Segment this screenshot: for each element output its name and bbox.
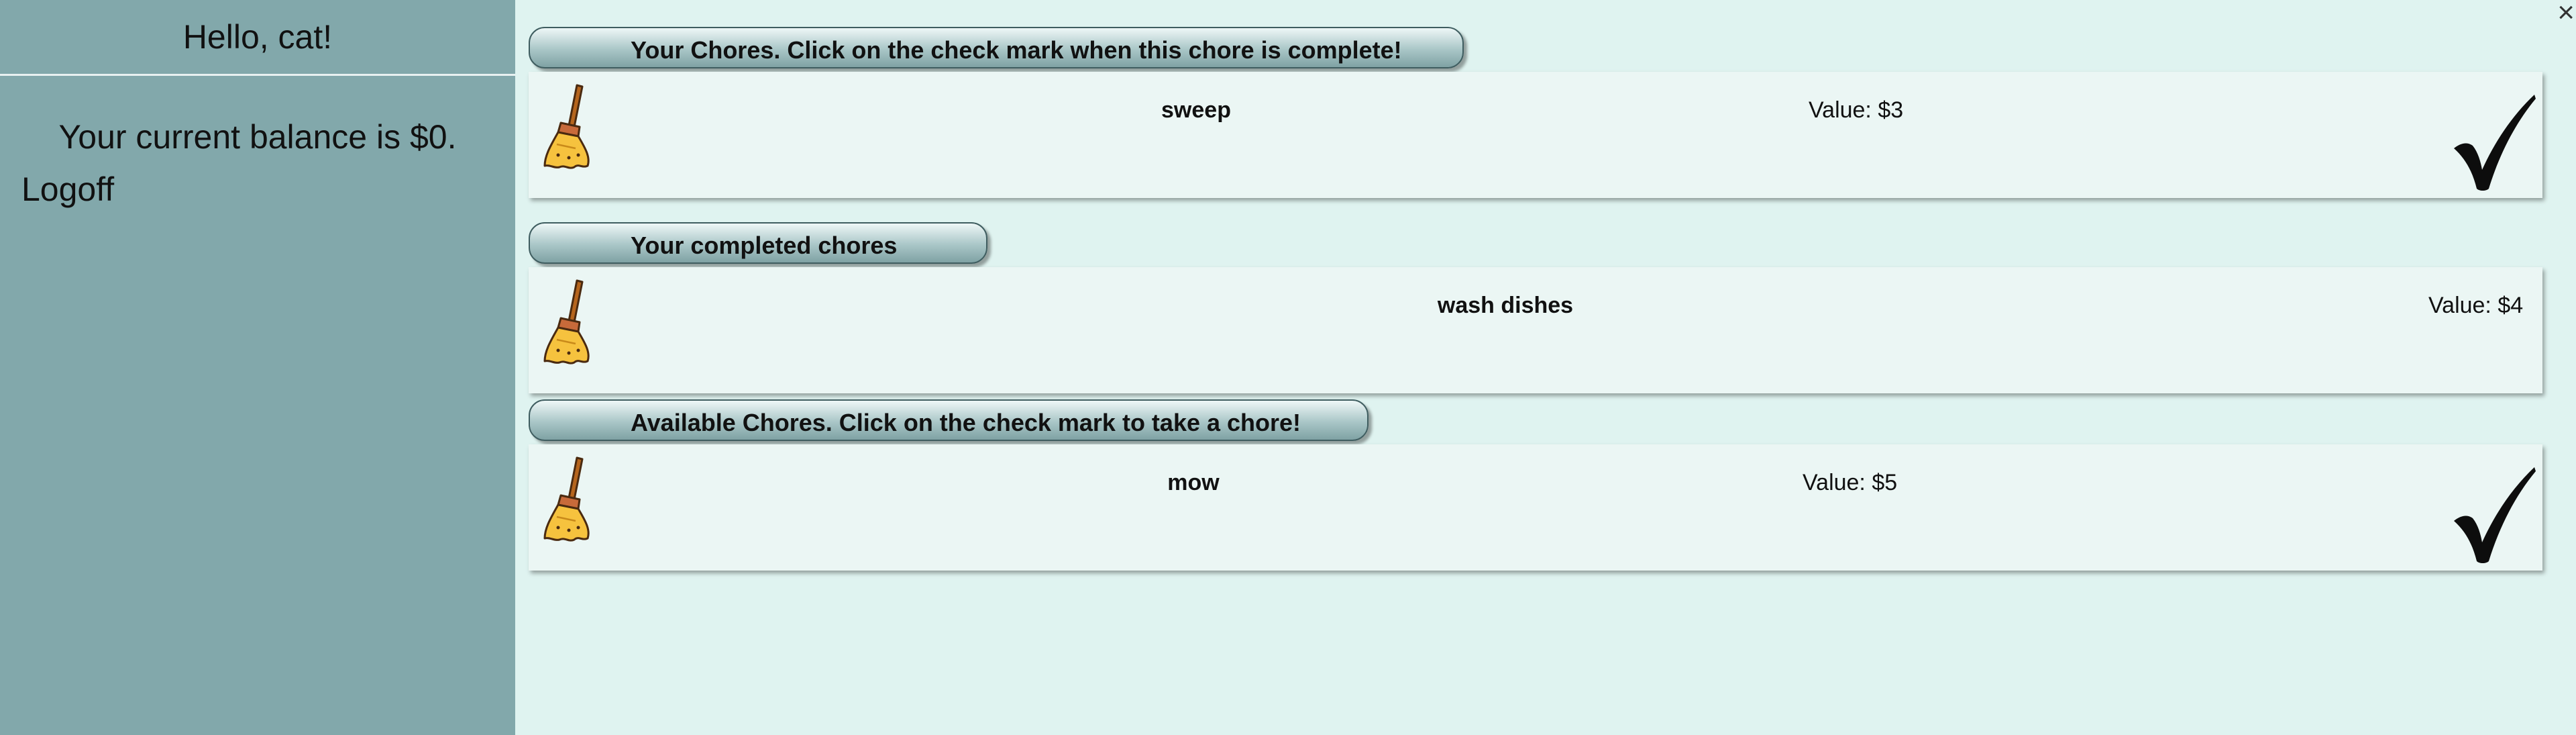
broom-icon bbox=[538, 455, 598, 544]
your-chores-header: Your Chores. Click on the check mark whe… bbox=[529, 27, 1464, 68]
your-chores-header-text: Your Chores. Click on the check mark whe… bbox=[631, 36, 1402, 64]
completed-chores-header: Your completed chores bbox=[529, 222, 987, 264]
broom-icon bbox=[538, 278, 598, 366]
chore-value: Value: $4 bbox=[2428, 293, 2524, 318]
close-icon[interactable]: × bbox=[2557, 0, 2575, 30]
chore-value: Value: $5 bbox=[1803, 470, 1898, 495]
chore-card-wash-dishes: wash dishes Value: $4 bbox=[529, 267, 2542, 393]
available-chores-header-text: Available Chores. Click on the check mar… bbox=[631, 409, 1301, 436]
chore-card-mow: mow Value: $5 bbox=[529, 444, 2542, 571]
chore-value: Value: $3 bbox=[1809, 97, 1904, 123]
check-mark-icon[interactable] bbox=[2450, 464, 2537, 565]
chore-card-sweep: sweep Value: $3 bbox=[529, 72, 2542, 198]
greeting-text: Hello, cat! bbox=[0, 0, 515, 76]
check-mark-icon[interactable] bbox=[2450, 92, 2537, 193]
available-chores-header: Available Chores. Click on the check mar… bbox=[529, 399, 1368, 441]
chore-name: sweep bbox=[1161, 97, 1231, 123]
chore-name: mow bbox=[1167, 470, 1220, 495]
chore-name: wash dishes bbox=[1437, 293, 1574, 318]
logoff-link[interactable]: Logoff bbox=[21, 170, 114, 209]
sidebar: Hello, cat! Your current balance is $0. … bbox=[0, 0, 515, 735]
completed-chores-header-text: Your completed chores bbox=[631, 232, 898, 259]
balance-text: Your current balance is $0. bbox=[58, 118, 457, 156]
broom-icon bbox=[538, 83, 598, 171]
